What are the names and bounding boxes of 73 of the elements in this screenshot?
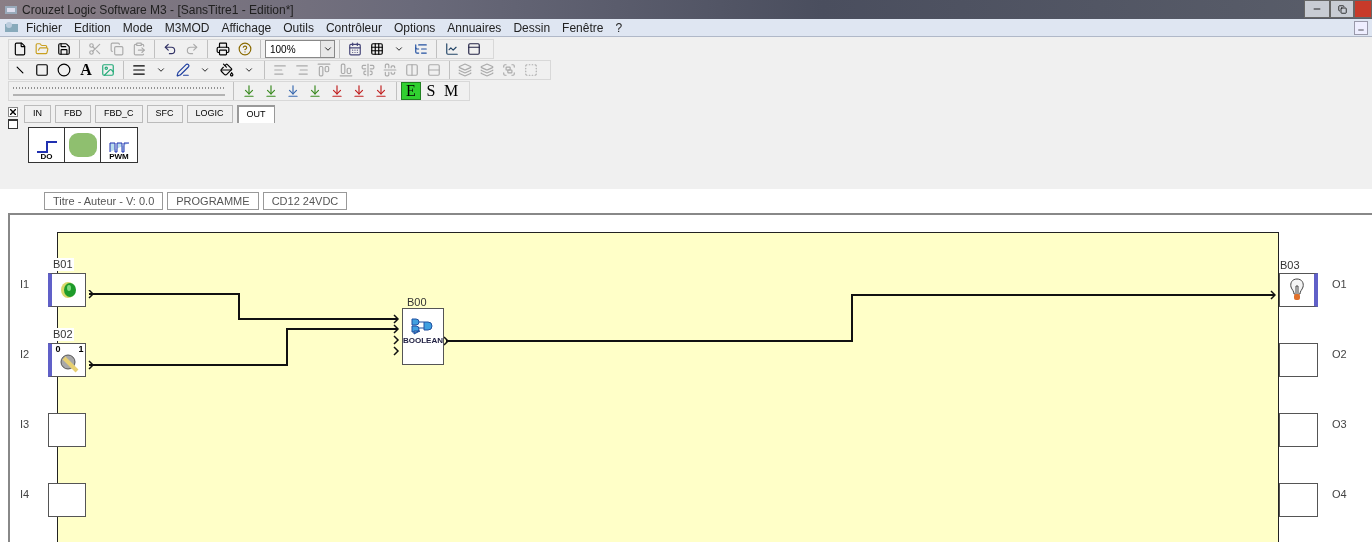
- light-bulb-icon: [1289, 278, 1305, 302]
- tile-caption: PWM: [109, 153, 129, 161]
- input-block[interactable]: [48, 413, 86, 447]
- display-tile[interactable]: [65, 128, 101, 162]
- boolean-block[interactable]: BOOLEAN: [402, 308, 444, 365]
- menu-item[interactable]: Fichier: [20, 18, 68, 37]
- output-label: O4: [1332, 487, 1347, 502]
- app-icon: [4, 3, 18, 16]
- status-field: PROGRAMME: [167, 192, 259, 210]
- input-label: I1: [20, 277, 30, 292]
- output-label: O3: [1332, 417, 1347, 432]
- step-icon: [35, 141, 58, 153]
- view-toggle[interactable]: M: [441, 82, 461, 100]
- digital-output-tile[interactable]: DO: [29, 128, 65, 162]
- switch-mark: 1: [78, 345, 84, 354]
- palette-tab[interactable]: IN: [24, 105, 51, 123]
- output-label: O2: [1332, 347, 1347, 362]
- menu-item[interactable]: Fenêtre: [556, 18, 610, 37]
- rounded-rectangle-icon: [67, 132, 98, 158]
- menu-item[interactable]: Dessin: [507, 18, 557, 37]
- selector-switch-icon: [59, 354, 80, 374]
- pulse-icon: [108, 141, 130, 153]
- palette-tab[interactable]: LOGIC: [186, 105, 233, 123]
- output-block[interactable]: [1279, 343, 1318, 377]
- palette-tab[interactable]: FBD_C: [95, 105, 143, 123]
- zoom-dropdown[interactable]: 100%: [265, 40, 335, 58]
- output-block[interactable]: [1279, 273, 1318, 307]
- menu-item[interactable]: Contrôleur: [319, 18, 388, 37]
- menu-item[interactable]: Affichage: [215, 18, 278, 37]
- view-toggle[interactable]: S: [421, 82, 441, 100]
- logic-gates-icon: [410, 317, 436, 337]
- status-field: CD12 24VDC: [262, 192, 348, 210]
- text-tool-button[interactable]: A: [75, 60, 97, 80]
- menu-item[interactable]: Outils: [277, 18, 320, 37]
- menu-item[interactable]: ?: [609, 18, 629, 37]
- restore-button[interactable]: [1330, 0, 1354, 18]
- block-label: B01: [52, 258, 74, 271]
- switch-mark: 0: [55, 345, 61, 354]
- input-block[interactable]: [48, 273, 86, 307]
- output-block[interactable]: [1279, 413, 1318, 447]
- output-label: O1: [1332, 277, 1347, 292]
- input-label: I3: [20, 417, 30, 432]
- block-caption: BOOLEAN: [403, 337, 443, 345]
- caret-icon: [322, 44, 333, 54]
- status-field: Titre - Auteur - V: 0.0: [44, 192, 164, 210]
- palette-tab[interactable]: SFC: [146, 105, 183, 123]
- maximize-panel-button[interactable]: [8, 119, 18, 129]
- output-block[interactable]: [1279, 483, 1318, 517]
- menu-item[interactable]: Options: [387, 18, 442, 37]
- input-label: I4: [20, 487, 30, 502]
- block-label: B00: [407, 295, 427, 310]
- close-panel-button[interactable]: [8, 107, 18, 117]
- window-title: Crouzet Logic Software M3 - [SansTitre1 - Edition*]: [22, 1, 294, 19]
- menu-item[interactable]: Edition: [68, 18, 117, 37]
- minimize-button[interactable]: [1354, 20, 1368, 35]
- menu-item[interactable]: Annuaires: [441, 18, 508, 37]
- pushbutton-icon: [59, 281, 78, 299]
- input-block[interactable]: 0 1: [48, 343, 86, 377]
- block-label: B03: [1280, 258, 1300, 273]
- pwm-tile[interactable]: PWM: [101, 128, 137, 162]
- tile-caption: DO: [40, 153, 53, 161]
- close-icon: [10, 109, 16, 115]
- minimize-button[interactable]: [1304, 0, 1330, 18]
- menu-item[interactable]: Mode: [116, 18, 159, 37]
- input-label: I2: [20, 347, 30, 362]
- palette-tab[interactable]: OUT: [236, 105, 275, 123]
- view-toggle[interactable]: E: [401, 82, 421, 100]
- restore-icon: [1337, 4, 1347, 14]
- app-icon: [4, 20, 20, 35]
- block-label: B02: [52, 328, 74, 341]
- palette-tab[interactable]: FBD: [55, 105, 91, 123]
- input-block[interactable]: [48, 483, 86, 517]
- menu-item[interactable]: M3MOD: [158, 18, 216, 37]
